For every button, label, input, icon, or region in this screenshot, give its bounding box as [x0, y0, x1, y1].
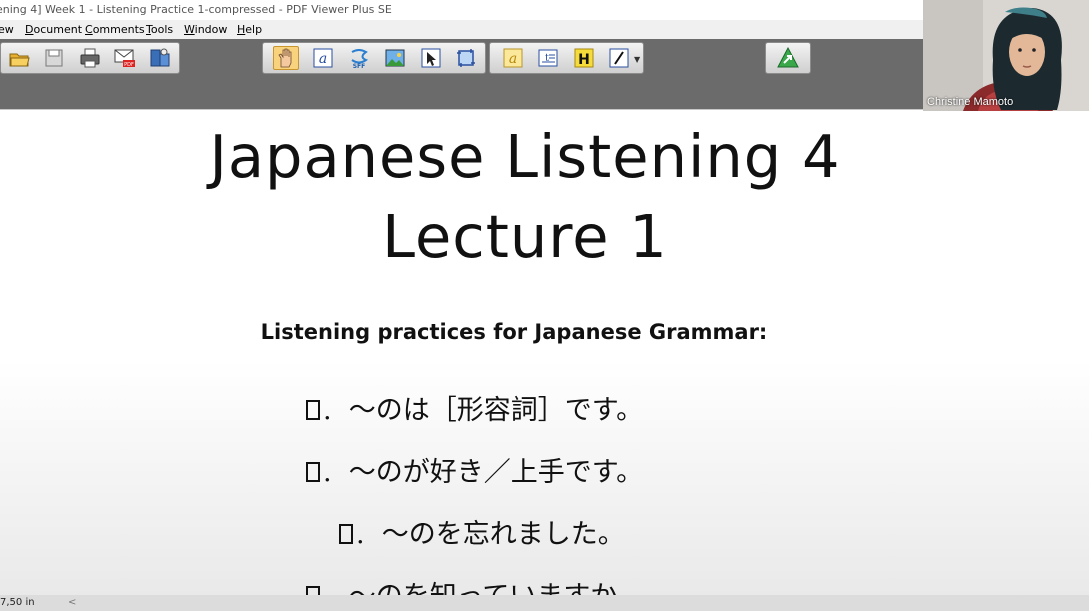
note-icon[interactable]: a [500, 46, 526, 70]
menu-tools[interactable]: Tools [146, 20, 173, 39]
grammar-item: . ～のを知っていますか。 [306, 574, 644, 596]
crop-icon[interactable] [453, 46, 479, 70]
webcam-video: Christine Mamoto [923, 0, 1089, 111]
highlight-icon[interactable]: H [571, 46, 597, 70]
participant-name: Christine Mamoto [927, 96, 1014, 108]
save-icon[interactable] [41, 46, 67, 70]
scroll-left-button[interactable]: < [68, 595, 76, 611]
toolbar: PDF a SFF a t H ▼ [0, 39, 923, 144]
window-title-bar: ening 4] Week 1 - Listening Practice 1-c… [0, 0, 923, 20]
list-marker-box [339, 524, 353, 544]
select-arrow-icon[interactable] [418, 46, 444, 70]
grammar-item: . ～のを忘れました。 [339, 512, 625, 551]
grammar-item-text: ～のを知っていますか。 [349, 581, 644, 596]
grammar-item: . ～のが好き／上手です。 [306, 450, 643, 489]
open-folder-icon[interactable] [6, 46, 32, 70]
hand-tool-icon[interactable] [273, 46, 299, 70]
measurement-readout: 7,50 in [0, 597, 35, 608]
list-marker-box [306, 462, 320, 482]
list-marker-box [306, 400, 320, 420]
pen-dropdown-arrow-icon[interactable]: ▼ [634, 55, 640, 64]
slide-title-line-1: Japanese Listening 4 [209, 122, 841, 191]
typewriter-icon[interactable]: SFF [346, 46, 372, 70]
go-arrow-icon[interactable] [775, 46, 801, 70]
grammar-item: . ～のは［形容詞］です。 [306, 388, 643, 427]
tools-toolbar-group: a SFF [262, 42, 486, 74]
properties-icon[interactable] [147, 46, 173, 70]
textbox-icon[interactable]: t [535, 46, 561, 70]
menu-help[interactable]: Help [237, 20, 262, 39]
menu-window[interactable]: Window [184, 20, 227, 39]
grammar-item-text: ～のは［形容詞］です。 [348, 395, 644, 426]
svg-text:a: a [509, 51, 517, 67]
menu-bar: ew Document Comments Tools Window Help [0, 20, 923, 39]
email-pdf-icon[interactable]: PDF [112, 46, 138, 70]
pen-icon[interactable] [606, 46, 632, 70]
svg-text:PDF: PDF [124, 62, 134, 68]
document-page: Japanese Listening 4 Lecture 1 Listening… [0, 109, 1089, 596]
image-icon[interactable] [382, 46, 408, 70]
grammar-item-text: ～のが好き／上手です。 [348, 457, 644, 488]
webcam-frame-image [923, 0, 1089, 111]
menu-comments[interactable]: Comments [85, 20, 145, 39]
menu-view[interactable]: ew [0, 20, 14, 39]
menu-document[interactable]: Document [25, 20, 82, 39]
svg-text:SFF: SFF [353, 63, 366, 69]
go-toolbar-group [765, 42, 811, 74]
slide-title-line-2: Lecture 1 [382, 202, 668, 271]
print-icon[interactable] [77, 46, 103, 70]
svg-text:a: a [319, 51, 327, 67]
file-toolbar-group: PDF [0, 42, 180, 74]
slide-subheading: Listening practices for Japanese Grammar… [260, 320, 768, 344]
annotation-toolbar-group: a t H ▼ [489, 42, 644, 74]
status-bar: 7,50 in < [0, 595, 1089, 611]
grammar-item-text: ～のを忘れました。 [381, 519, 625, 550]
window-title: ening 4] Week 1 - Listening Practice 1-c… [0, 3, 392, 16]
text-select-icon[interactable]: a [310, 46, 336, 70]
svg-text:H: H [578, 52, 590, 68]
